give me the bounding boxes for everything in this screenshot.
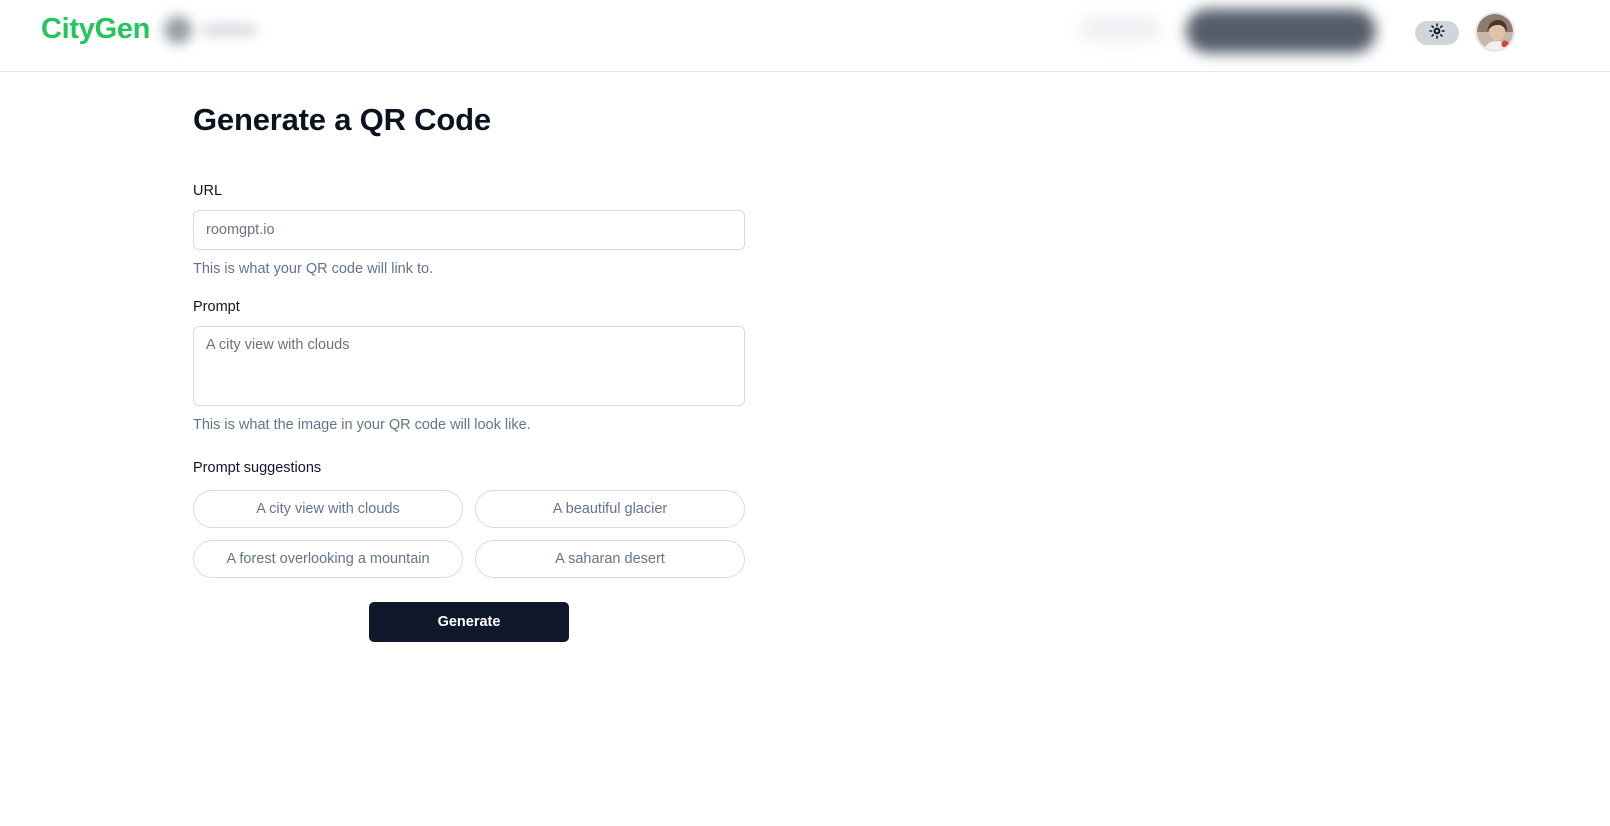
prompt-textarea[interactable] [193, 326, 745, 406]
user-avatar[interactable] [1475, 12, 1515, 52]
suggestion-button-forest[interactable]: A forest overlooking a mountain [193, 540, 463, 578]
suggestion-button-glacier[interactable]: A beautiful glacier [475, 490, 745, 528]
url-helper-text: This is what your QR code will link to. [193, 261, 434, 277]
top-navbar: CityGen [0, 0, 1610, 72]
blurred-nav-link [1080, 18, 1160, 40]
suggestion-button-city[interactable]: A city view with clouds [193, 490, 463, 528]
url-label: URL [193, 183, 223, 199]
prompt-suggestions-label: Prompt suggestions [193, 460, 322, 476]
blurred-nav-item [158, 12, 268, 48]
suggestion-button-desert[interactable]: A saharan desert [475, 540, 745, 578]
prompt-label: Prompt [193, 299, 240, 315]
prompt-helper-text: This is what the image in your QR code w… [193, 417, 531, 433]
url-input[interactable] [193, 210, 745, 250]
page-title: Generate a QR Code [193, 102, 491, 137]
brand-logo[interactable]: CityGen [41, 13, 150, 46]
generate-button[interactable]: Generate [369, 602, 569, 642]
theme-toggle-button[interactable] [1415, 21, 1459, 45]
sun-icon [1429, 22, 1445, 44]
blurred-nav-button [1186, 9, 1376, 53]
